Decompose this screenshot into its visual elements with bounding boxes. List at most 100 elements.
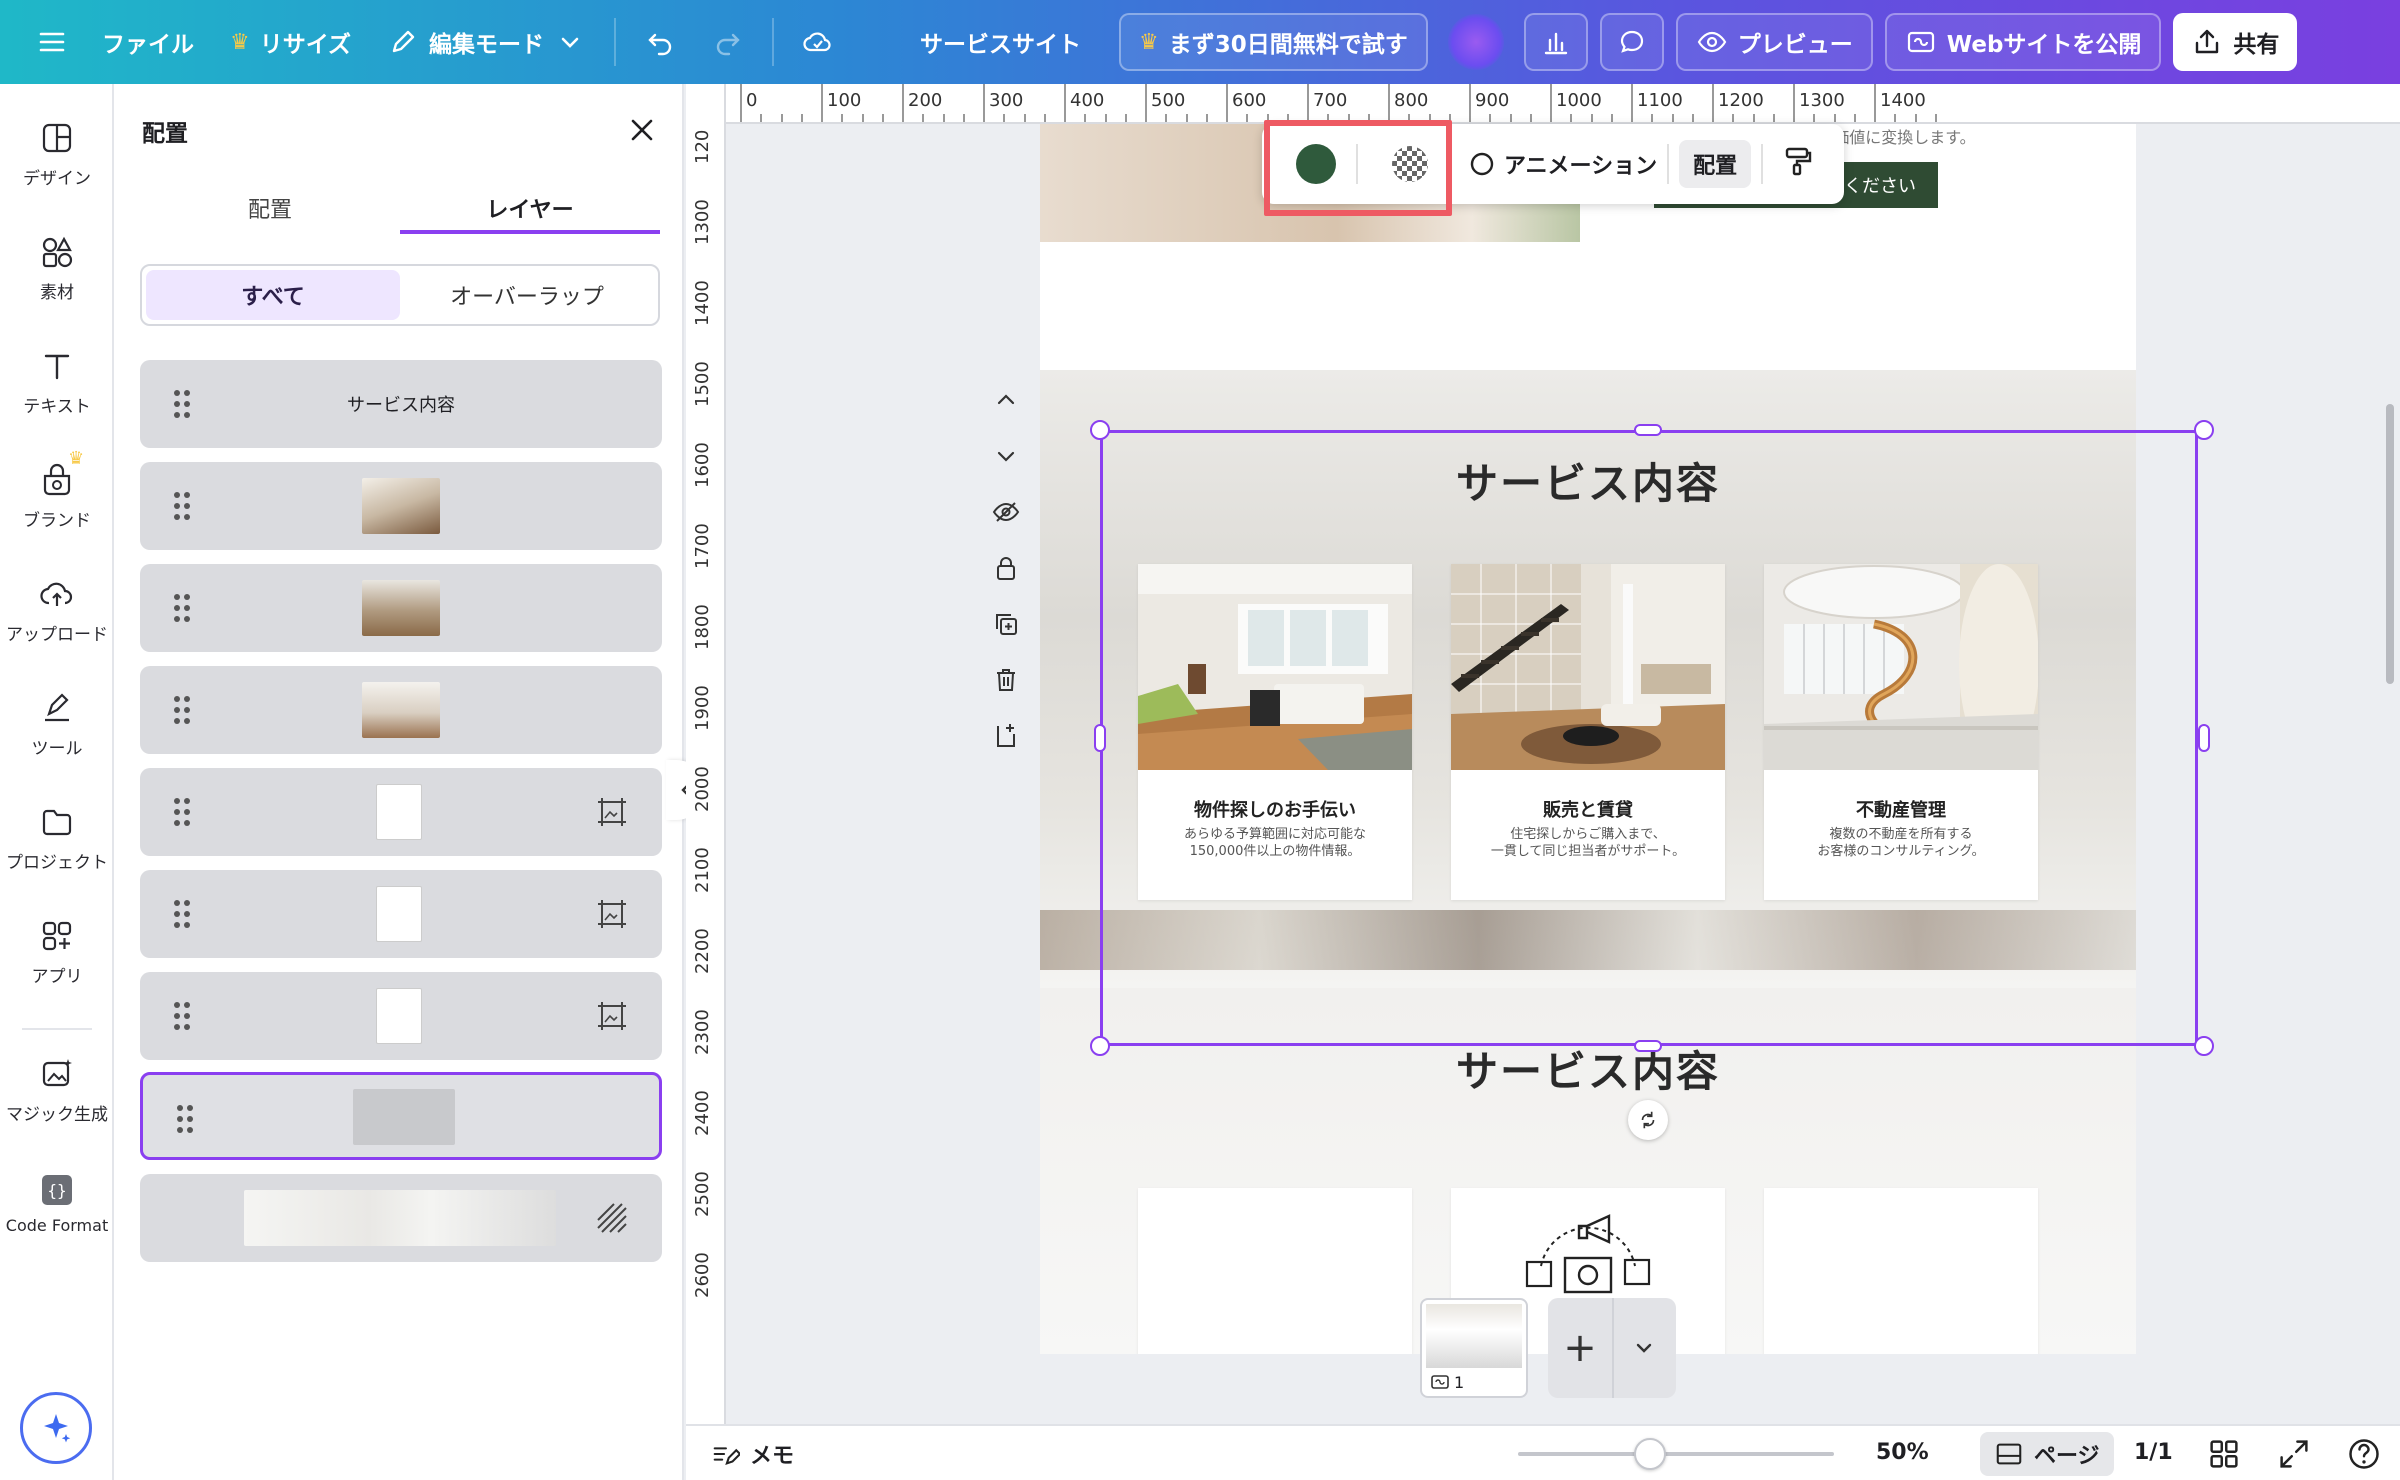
resize-handle-tr[interactable]	[2194, 420, 2214, 440]
ruler-minor-tick	[1205, 114, 1208, 122]
layer-row-background[interactable]	[140, 1174, 662, 1262]
site-name-button[interactable]: サービスサイト	[902, 13, 1099, 71]
bottom-bar: メモ 50% ページ 1/1	[686, 1424, 2400, 1480]
resize-handle-br[interactable]	[2194, 1036, 2214, 1056]
rail-tools[interactable]: ツール	[0, 690, 114, 759]
layer-row-image[interactable]	[140, 666, 662, 754]
add-page-icon[interactable]	[990, 720, 1022, 752]
page-thumbnail[interactable]: 1	[1420, 1298, 1528, 1398]
rail-elements[interactable]: 素材	[0, 234, 114, 303]
layer-row-card[interactable]	[140, 972, 662, 1060]
drag-handle-icon[interactable]	[174, 696, 190, 724]
drag-handle-icon[interactable]	[177, 1105, 193, 1133]
rail-code-format[interactable]: {} Code Format	[0, 1172, 114, 1235]
zoom-level[interactable]: 50%	[1876, 1440, 1929, 1465]
ruler-minor-tick	[1813, 114, 1816, 122]
redo-button[interactable]	[694, 13, 762, 71]
rail-magic[interactable]: マジック生成	[0, 1056, 114, 1125]
rail-design[interactable]: デザイン	[0, 120, 114, 189]
canvas-area[interactable]: 0 100 200 300 400 500 600 700 800 900 1000 1100 1200…	[686, 84, 2400, 1424]
close-panel-button[interactable]	[624, 112, 660, 148]
frame-icon[interactable]	[594, 794, 630, 830]
save-status-button[interactable]	[784, 13, 852, 71]
notes-button[interactable]: メモ	[710, 1438, 794, 1470]
ruler-minor-tick	[841, 114, 844, 122]
service-card-placeholder[interactable]	[1138, 1188, 1412, 1354]
magic-assistant-button[interactable]	[20, 1392, 92, 1464]
ruler-label: 700	[1313, 90, 1348, 111]
drag-handle-icon[interactable]	[174, 492, 190, 520]
file-menu-button[interactable]: ファイル	[84, 13, 212, 71]
selection-frame[interactable]	[1100, 430, 2198, 1046]
layer-row-card[interactable]	[140, 870, 662, 958]
add-page-options-button[interactable]	[1612, 1298, 1674, 1398]
zoom-slider-thumb[interactable]	[1634, 1438, 1666, 1470]
resize-handle-bl[interactable]	[1090, 1036, 1110, 1056]
ruler-minor-tick	[1894, 114, 1897, 122]
frame-icon[interactable]	[594, 896, 630, 932]
trash-icon[interactable]	[990, 664, 1022, 696]
help-icon[interactable]	[2346, 1436, 2382, 1472]
resize-handle-tl[interactable]	[1090, 420, 1110, 440]
notes-label: メモ	[750, 1444, 795, 1469]
grid-view-icon[interactable]	[2206, 1436, 2242, 1472]
page-view-button[interactable]: ページ	[1980, 1432, 2114, 1476]
resize-handle-right[interactable]	[2198, 724, 2210, 752]
copy-style-button[interactable]	[1781, 145, 1813, 183]
ruler-label: 200	[908, 90, 943, 111]
publish-button[interactable]: Webサイトを公開	[1884, 13, 2162, 71]
text-icon	[44, 354, 70, 380]
rail-text[interactable]: テキスト	[0, 348, 114, 417]
resize-handle-left[interactable]	[1094, 724, 1106, 752]
insights-button[interactable]	[1523, 13, 1588, 71]
filter-all[interactable]: すべて	[146, 270, 400, 320]
notes-icon	[713, 1447, 740, 1466]
ruler-minor-tick	[1246, 114, 1249, 122]
layer-row-card[interactable]	[140, 768, 662, 856]
service-card-placeholder[interactable]	[1764, 1188, 2038, 1354]
rail-brand[interactable]: ブランド	[0, 462, 114, 531]
resize-handle-top[interactable]	[1634, 424, 1662, 436]
lock-icon[interactable]	[990, 552, 1022, 584]
rail-apps[interactable]: アプリ	[0, 918, 114, 987]
trial-button[interactable]: ♛ まず30日間無料で試す	[1119, 13, 1428, 71]
main-menu-button[interactable]	[20, 13, 84, 71]
drag-handle-icon[interactable]	[174, 798, 190, 826]
rail-projects[interactable]: プロジェクト	[0, 804, 114, 873]
fullscreen-icon[interactable]	[2276, 1436, 2312, 1472]
resize-handle-bottom[interactable]	[1634, 1040, 1662, 1052]
add-page-button[interactable]: +	[1548, 1325, 1612, 1371]
share-button[interactable]: 共有	[2173, 13, 2298, 71]
tab-arrange[interactable]: 配置	[140, 184, 400, 234]
rotate-handle[interactable]	[1628, 1100, 1668, 1140]
duplicate-icon[interactable]	[990, 608, 1022, 640]
chevron-down-icon[interactable]	[990, 440, 1022, 472]
section-2-title[interactable]: サービス内容	[1040, 1038, 2136, 1099]
rail-uploads[interactable]: アップロード	[0, 576, 114, 645]
background-pattern-icon[interactable]	[594, 1200, 630, 1236]
comments-button[interactable]	[1599, 13, 1664, 71]
zoom-slider-track[interactable]	[1518, 1452, 1834, 1456]
filter-overlap[interactable]: オーバーラップ	[400, 270, 654, 320]
drag-handle-icon[interactable]	[174, 900, 190, 928]
drag-handle-icon[interactable]	[174, 594, 190, 622]
layer-row-image[interactable]	[140, 564, 662, 652]
drag-handle-icon[interactable]	[174, 1002, 190, 1030]
avatar[interactable]	[1447, 14, 1504, 70]
frame-icon[interactable]	[594, 998, 630, 1034]
drag-handle-icon[interactable]	[174, 390, 190, 418]
vertical-scrollbar[interactable]	[2386, 404, 2394, 684]
layer-row-text[interactable]: サービス内容	[140, 360, 662, 448]
resize-button[interactable]: ♛ リサイズ	[212, 13, 369, 71]
preview-button[interactable]: プレビュー	[1675, 13, 1873, 71]
hide-icon[interactable]	[990, 496, 1022, 528]
chevron-up-icon[interactable]	[990, 384, 1022, 416]
position-button[interactable]: 配置	[1679, 140, 1752, 188]
layer-row-shape-selected[interactable]	[140, 1072, 662, 1160]
animation-button[interactable]: アニメーション	[1468, 148, 1657, 180]
pencil-icon	[387, 26, 419, 58]
undo-button[interactable]	[626, 13, 694, 71]
layer-row-image[interactable]	[140, 462, 662, 550]
tab-layers[interactable]: レイヤー	[400, 184, 660, 234]
edit-mode-button[interactable]: 編集モード	[369, 13, 604, 71]
